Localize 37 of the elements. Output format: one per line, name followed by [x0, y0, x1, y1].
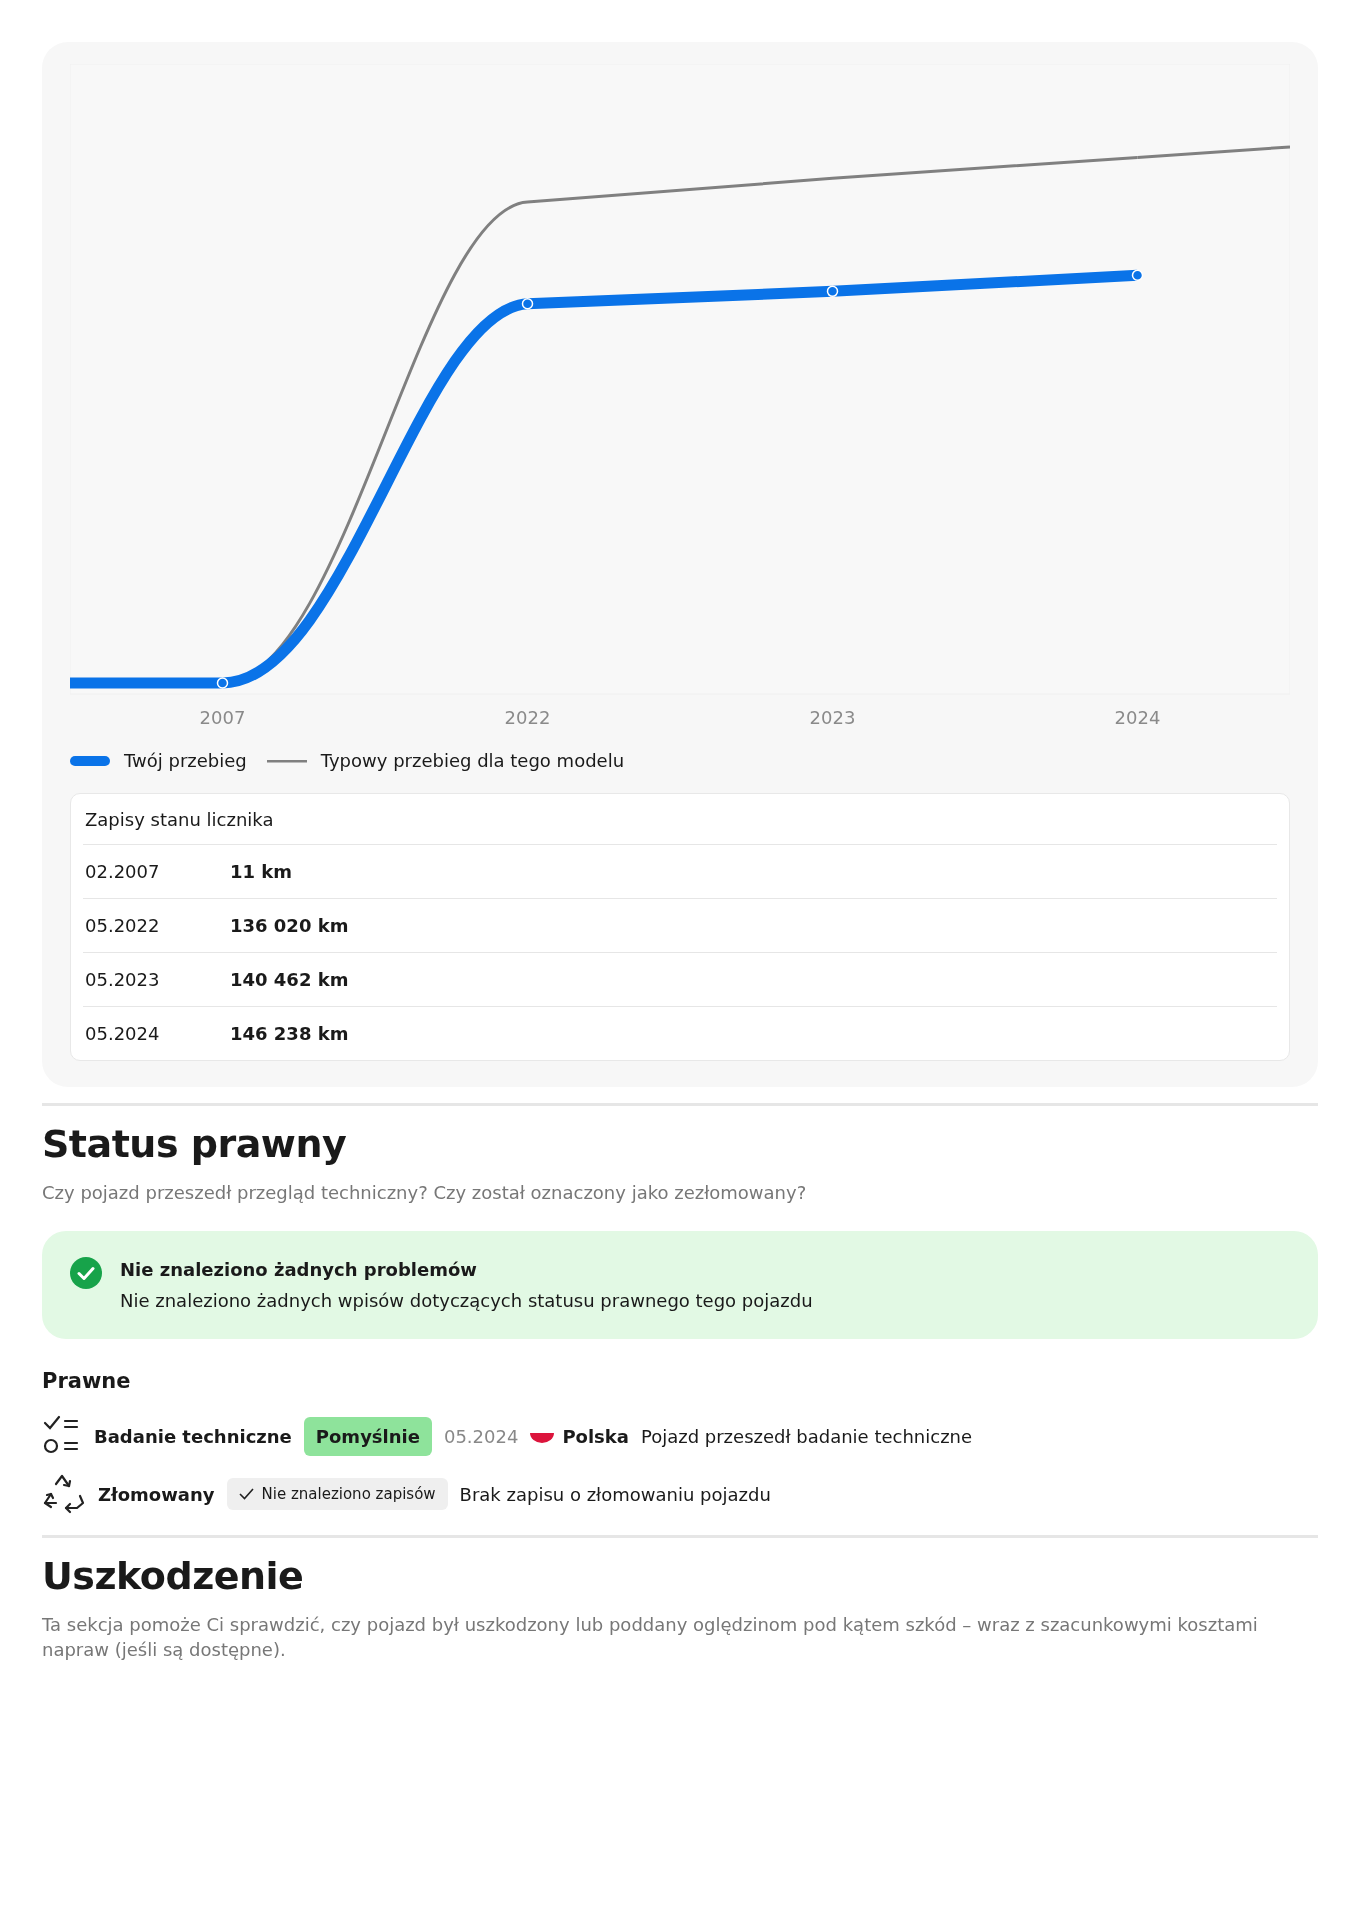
record-mileage: 146 238 km [230, 1023, 349, 1044]
data-point [216, 677, 229, 689]
data-point [1131, 269, 1144, 281]
recycle-icon [42, 1472, 86, 1516]
record-mileage: 136 020 km [230, 915, 349, 936]
record-date: 05.2024 [84, 1023, 161, 1044]
item-country: Polska [562, 1425, 629, 1447]
alert-title: Nie znaleziono żadnych problemów [120, 1259, 478, 1280]
badge-text: Nie znaleziono zapisów [261, 1485, 436, 1503]
alert-text: Nie znaleziono żadnych wpisów dotyczących statusu prawnego tego pojazdu [120, 1290, 813, 1311]
item-description: Brak zapisu o złomowaniu pojazdu [459, 1483, 771, 1505]
axis-label: 2023 [809, 707, 856, 728]
item-label: Złomowany [98, 1483, 215, 1505]
legend-label: Typowy przebieg dla tego modelu [320, 750, 625, 771]
axis-label: 2024 [1114, 707, 1161, 728]
section-title: Status prawny [42, 1122, 348, 1166]
record-mileage: 140 462 km [230, 969, 349, 990]
section-title: Uszkodzenie [42, 1554, 305, 1598]
check-icon [238, 1488, 254, 1500]
check-circle-icon [70, 1257, 102, 1289]
legend-label: Twój przebieg [124, 750, 247, 771]
section-description: Czy pojazd przeszedł przegląd techniczny? Czy został oznaczony jako zezłomowany? [42, 1181, 808, 1205]
table-title: Zapisy stanu licznika [85, 809, 274, 830]
axis-label: 2007 [199, 707, 246, 728]
item-label: Badanie techniczne [94, 1425, 292, 1447]
record-date: 05.2023 [84, 969, 161, 990]
item-date: 05.2024 [443, 1425, 519, 1447]
item-description: Pojazd przeszedł badanie techniczne [640, 1425, 973, 1447]
data-point [826, 285, 839, 298]
data-point [521, 298, 534, 310]
record-date: 05.2022 [84, 915, 161, 936]
status-badge: Pomyślnie [303, 1416, 432, 1456]
record-date: 02.2007 [84, 861, 161, 882]
record-mileage: 11 km [230, 861, 293, 882]
section-description: Ta sekcja pomoże Ci sprawdzić, czy pojazd był uszkodzony lub poddany oględzinom pod kątem szkód – wraz z szacunkowymi kosztami napraw (jeśli są dostępne). [42, 1613, 1259, 1662]
axis-label: 2022 [504, 707, 551, 728]
group-title: Prawne [42, 1369, 132, 1393]
